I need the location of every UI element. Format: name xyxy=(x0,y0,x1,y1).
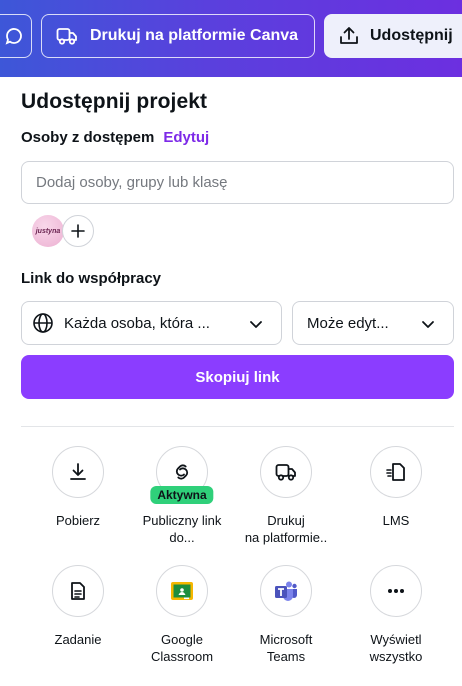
comment-icon xyxy=(5,28,22,45)
share-option-public-link[interactable]: Aktywna Publiczny link do... xyxy=(127,446,237,546)
print-with-canva-button[interactable]: Drukuj na platformie Canva xyxy=(41,14,315,58)
download-button[interactable] xyxy=(52,446,104,498)
label-line: na platformie.. xyxy=(244,530,328,545)
chevron-down-icon xyxy=(250,321,262,328)
panel-title: Udostępnij projekt xyxy=(21,90,208,113)
share-option-label: Publiczny link do... xyxy=(143,512,222,546)
label-line: Wyświetl xyxy=(370,632,422,647)
show-all-button[interactable] xyxy=(370,565,422,617)
permission-value: Może edyt... xyxy=(307,314,389,332)
globe-icon xyxy=(33,313,53,333)
share-option-microsoft-teams[interactable]: Microsoft Teams xyxy=(231,565,341,665)
share-option-label: Zadanie xyxy=(55,631,102,648)
more-icon xyxy=(388,589,404,593)
share-option-google-classroom[interactable]: Google Classroom xyxy=(127,565,237,665)
label-line: do... xyxy=(169,530,195,545)
avatar[interactable]: justyna xyxy=(32,215,64,247)
share-option-label: Wyświetl wszystko xyxy=(370,631,423,665)
print-button[interactable] xyxy=(260,446,312,498)
label-line: Classroom xyxy=(150,649,214,664)
google-classroom-button[interactable] xyxy=(156,565,208,617)
label-line: Microsoft xyxy=(259,632,313,647)
share-option-assignment[interactable]: Zadanie xyxy=(23,565,133,648)
permission-select[interactable]: Może edyt... xyxy=(292,301,454,345)
lms-button[interactable] xyxy=(370,446,422,498)
copy-link-button[interactable]: Skopiuj link xyxy=(21,355,454,399)
share-button[interactable]: Udostępnij xyxy=(324,14,462,58)
share-option-label: Pobierz xyxy=(56,512,100,529)
avatar-text: justyna xyxy=(35,227,61,235)
access-label: Osoby z dostępem xyxy=(21,129,155,146)
access-row: Osoby z dostępem Edytuj xyxy=(21,129,209,146)
label-line: LMS xyxy=(382,513,410,528)
label-line: Teams xyxy=(266,649,306,664)
google-classroom-icon xyxy=(171,582,193,600)
label-line: wszystko xyxy=(369,649,423,664)
plus-icon xyxy=(71,224,85,238)
lms-icon xyxy=(386,463,405,481)
truck-icon xyxy=(56,28,77,45)
chevron-down-icon xyxy=(422,321,434,328)
link-access-value: Każda osoba, która ... xyxy=(64,314,210,332)
label-line: Publiczny link xyxy=(142,513,222,528)
label-line: Google xyxy=(161,632,203,647)
label-line: Drukuj xyxy=(267,513,305,528)
label-line: Zadanie xyxy=(54,632,102,647)
share-button-label: Udostępnij xyxy=(370,27,453,44)
share-option-label: LMS xyxy=(383,512,410,529)
assignment-icon xyxy=(71,582,85,600)
assignment-button[interactable] xyxy=(52,565,104,617)
share-option-lms[interactable]: LMS xyxy=(341,446,451,529)
microsoft-teams-icon xyxy=(275,581,297,601)
edit-access-link[interactable]: Edytuj xyxy=(163,129,209,146)
share-option-label: Drukuj na platformie.. xyxy=(245,512,327,546)
microsoft-teams-button[interactable] xyxy=(260,565,312,617)
share-option-label: Google Classroom xyxy=(151,631,213,665)
divider xyxy=(21,426,454,427)
comment-button[interactable] xyxy=(0,14,32,58)
link-icon xyxy=(175,464,189,480)
share-option-show-all[interactable]: Wyświetl wszystko xyxy=(341,565,451,665)
active-badge: Aktywna xyxy=(150,486,214,504)
share-option-label: Microsoft Teams xyxy=(260,631,313,665)
link-access-select[interactable]: Każda osoba, która ... xyxy=(21,301,282,345)
share-option-print[interactable]: Drukuj na platformie.. xyxy=(231,446,341,546)
truck-icon xyxy=(275,464,296,481)
collaboration-link-heading: Link do współpracy xyxy=(21,270,162,287)
add-person-button[interactable] xyxy=(62,215,94,247)
upload-icon xyxy=(340,27,358,44)
download-icon xyxy=(70,463,86,480)
label-line: Pobierz xyxy=(55,513,101,528)
add-people-input[interactable] xyxy=(21,161,454,204)
top-bar: Drukuj na platformie Canva Udostępnij xyxy=(0,0,462,77)
share-option-download[interactable]: Pobierz xyxy=(23,446,133,529)
print-button-label: Drukuj na platformie Canva xyxy=(90,27,299,44)
